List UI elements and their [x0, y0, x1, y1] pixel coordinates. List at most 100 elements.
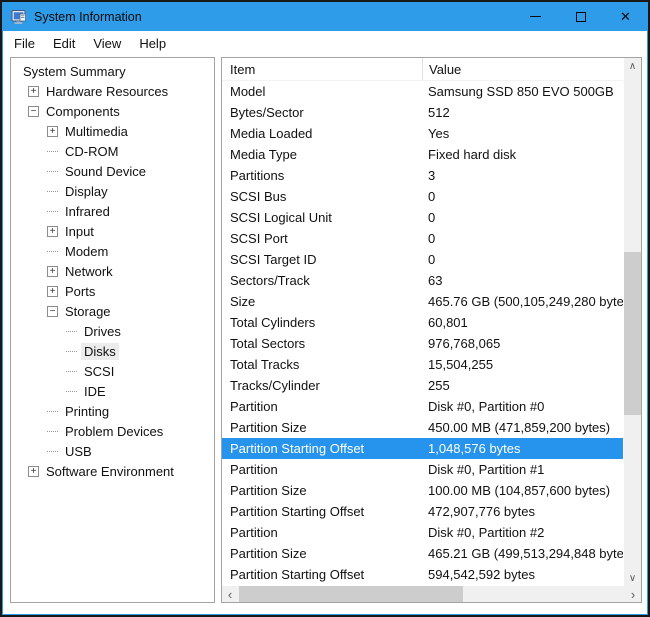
table-row[interactable]: Partition Starting Offset1,048,576 bytes: [222, 438, 623, 459]
expand-icon[interactable]: +: [47, 266, 58, 277]
item-cell: Total Tracks: [222, 357, 422, 372]
vertical-scrollbar[interactable]: ∧ ∨: [624, 58, 641, 586]
tree-connector: [47, 151, 58, 152]
tree-item-scsi[interactable]: SCSI: [11, 361, 214, 381]
scroll-down-icon[interactable]: ∨: [624, 570, 641, 586]
scroll-left-icon[interactable]: ‹: [222, 586, 238, 602]
tree-connector: [66, 351, 77, 352]
close-icon: ✕: [620, 10, 631, 23]
tree-item-label: Modem: [62, 243, 111, 260]
horizontal-scrollbar[interactable]: ‹ ›: [222, 586, 641, 602]
value-cell: Samsung SSD 850 EVO 500GB: [422, 84, 623, 99]
close-button[interactable]: ✕: [603, 2, 648, 31]
horizontal-scrollbar-thumb[interactable]: [239, 586, 463, 602]
tree-item-label: Components: [43, 103, 123, 120]
table-row[interactable]: Partition Size100.00 MB (104,857,600 byt…: [222, 480, 623, 501]
tree-item-label: Disks: [81, 343, 119, 360]
tree-item-network[interactable]: +Network: [11, 261, 214, 281]
table-row[interactable]: PartitionDisk #0, Partition #2: [222, 522, 623, 543]
tree-item-printing[interactable]: Printing: [11, 401, 214, 421]
item-cell: Partition Size: [222, 420, 422, 435]
expand-icon[interactable]: +: [28, 86, 39, 97]
tree-item-software-environment[interactable]: +Software Environment: [11, 461, 214, 481]
value-cell: 594,542,592 bytes: [422, 567, 623, 582]
menu-item-help[interactable]: Help: [130, 33, 175, 54]
collapse-icon[interactable]: −: [28, 106, 39, 117]
tree-item-problem-devices[interactable]: Problem Devices: [11, 421, 214, 441]
tree-item-label: Multimedia: [62, 123, 131, 140]
scroll-right-icon[interactable]: ›: [625, 586, 641, 602]
tree-item-usb[interactable]: USB: [11, 441, 214, 461]
expand-icon[interactable]: +: [28, 466, 39, 477]
value-cell: 0: [422, 189, 623, 204]
tree-item-disks[interactable]: Disks: [11, 341, 214, 361]
value-cell: 450.00 MB (471,859,200 bytes): [422, 420, 623, 435]
tree-item-label: System Summary: [20, 63, 129, 80]
tree-item-label: SCSI: [81, 363, 117, 380]
vertical-scrollbar-thumb[interactable]: [624, 252, 641, 415]
collapse-icon[interactable]: −: [47, 306, 58, 317]
table-row[interactable]: Size465.76 GB (500,105,249,280 bytes): [222, 291, 623, 312]
column-header-item[interactable]: Item: [222, 58, 422, 80]
tree-item-ide[interactable]: IDE: [11, 381, 214, 401]
table-row[interactable]: Partition Size450.00 MB (471,859,200 byt…: [222, 417, 623, 438]
tree-item-sound-device[interactable]: Sound Device: [11, 161, 214, 181]
tree-item-display[interactable]: Display: [11, 181, 214, 201]
expand-icon[interactable]: +: [47, 286, 58, 297]
minimize-icon: [530, 16, 541, 17]
tree-item-label: Storage: [62, 303, 114, 320]
table-row[interactable]: Media LoadedYes: [222, 123, 623, 144]
item-cell: Tracks/Cylinder: [222, 378, 422, 393]
item-cell: Partitions: [222, 168, 422, 183]
menu-item-view[interactable]: View: [84, 33, 130, 54]
item-cell: Partition Size: [222, 483, 422, 498]
tree-item-label: Printing: [62, 403, 112, 420]
tree-item-hardware-resources[interactable]: +Hardware Resources: [11, 81, 214, 101]
value-cell: 465.76 GB (500,105,249,280 bytes): [422, 294, 623, 309]
tree-item-drives[interactable]: Drives: [11, 321, 214, 341]
maximize-icon: [576, 12, 586, 22]
tree-item-components[interactable]: −Components: [11, 101, 214, 121]
table-row[interactable]: Total Cylinders60,801: [222, 312, 623, 333]
tree-item-cd-rom[interactable]: CD-ROM: [11, 141, 214, 161]
title-bar[interactable]: System Information ✕: [2, 2, 648, 31]
table-row[interactable]: Partition Size465.21 GB (499,513,294,848…: [222, 543, 623, 564]
tree-item-system-summary[interactable]: System Summary: [11, 61, 214, 81]
expand-icon[interactable]: +: [47, 126, 58, 137]
tree-item-input[interactable]: +Input: [11, 221, 214, 241]
table-row[interactable]: Media TypeFixed hard disk: [222, 144, 623, 165]
tree-item-infrared[interactable]: Infrared: [11, 201, 214, 221]
tree-item-storage[interactable]: −Storage: [11, 301, 214, 321]
table-row[interactable]: Partition Starting Offset472,907,776 byt…: [222, 501, 623, 522]
item-cell: SCSI Target ID: [222, 252, 422, 267]
item-cell: Partition Starting Offset: [222, 504, 422, 519]
minimize-button[interactable]: [513, 2, 558, 31]
table-row[interactable]: Bytes/Sector512: [222, 102, 623, 123]
tree-item-label: Ports: [62, 283, 98, 300]
system-information-icon: [11, 9, 27, 25]
table-row[interactable]: Tracks/Cylinder255: [222, 375, 623, 396]
scroll-up-icon[interactable]: ∧: [624, 58, 641, 74]
menu-item-edit[interactable]: Edit: [44, 33, 84, 54]
table-row[interactable]: ModelSamsung SSD 850 EVO 500GB: [222, 81, 623, 102]
maximize-button[interactable]: [558, 2, 603, 31]
table-row[interactable]: Total Sectors976,768,065: [222, 333, 623, 354]
table-row[interactable]: SCSI Target ID0: [222, 249, 623, 270]
content-area: System Summary+Hardware Resources−Compon…: [3, 55, 647, 614]
table-row[interactable]: Sectors/Track63: [222, 270, 623, 291]
tree-item-ports[interactable]: + Ports: [11, 281, 214, 301]
table-row[interactable]: SCSI Bus0: [222, 186, 623, 207]
value-cell: 255: [422, 378, 623, 393]
table-row[interactable]: SCSI Port0: [222, 228, 623, 249]
table-row[interactable]: PartitionDisk #0, Partition #0: [222, 396, 623, 417]
expand-icon[interactable]: +: [47, 226, 58, 237]
tree-item-multimedia[interactable]: + Multimedia: [11, 121, 214, 141]
table-row[interactable]: Total Tracks15,504,255: [222, 354, 623, 375]
table-row[interactable]: PartitionDisk #0, Partition #1: [222, 459, 623, 480]
column-header-value[interactable]: Value: [422, 58, 623, 80]
tree-item-modem[interactable]: Modem: [11, 241, 214, 261]
table-row[interactable]: Partition Starting Offset594,542,592 byt…: [222, 564, 623, 585]
table-row[interactable]: Partitions3: [222, 165, 623, 186]
table-row[interactable]: SCSI Logical Unit0: [222, 207, 623, 228]
menu-item-file[interactable]: File: [5, 33, 44, 54]
